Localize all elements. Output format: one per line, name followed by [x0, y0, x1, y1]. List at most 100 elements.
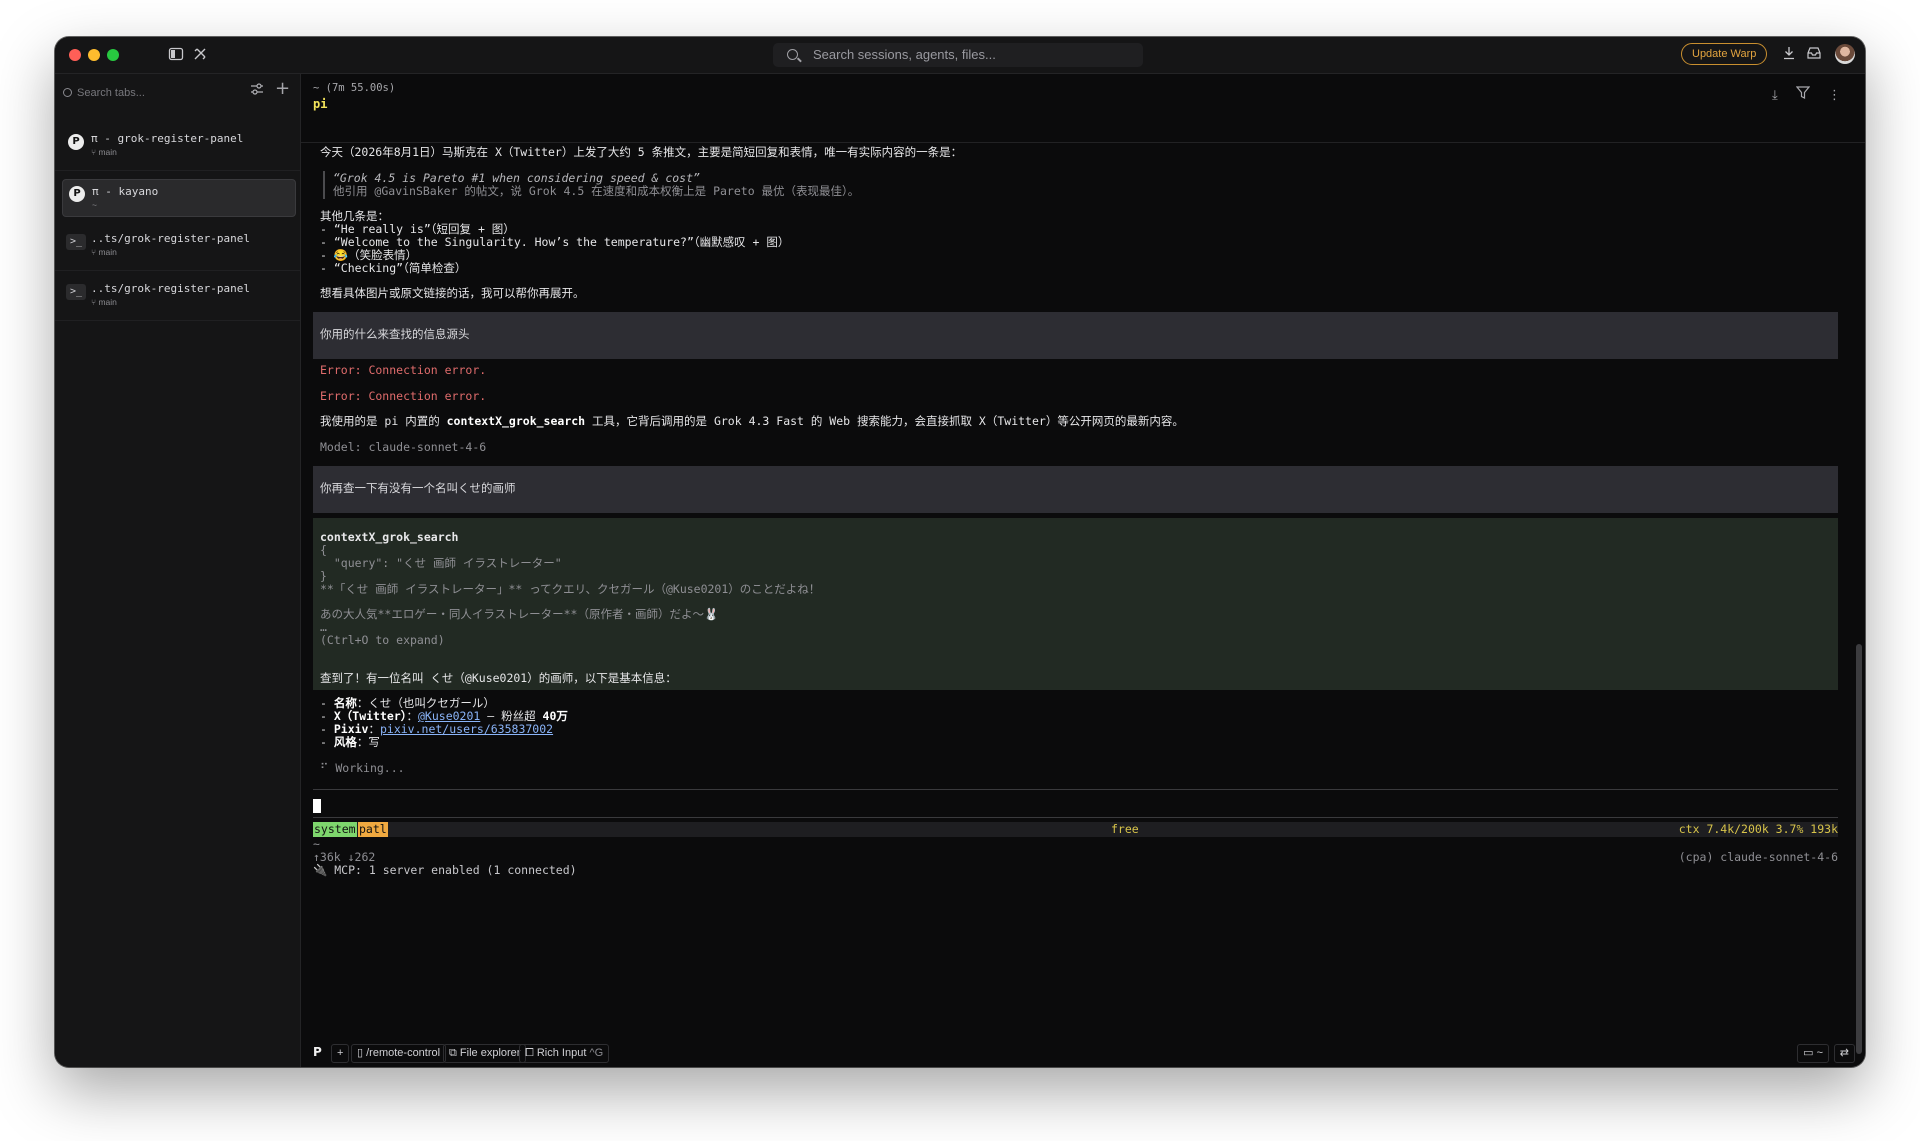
response-line: 查到了！有一位名叫 くせ（@Kuse0201）的画师，以下是基本信息：: [320, 671, 677, 685]
input-bottom-divider: [313, 817, 1838, 818]
terminal-icon: >_: [66, 284, 86, 300]
tab-title: ..ts/grok-register-panel: [91, 232, 250, 245]
update-warp-button[interactable]: Update Warp: [1681, 43, 1768, 65]
more-options-icon[interactable]: ⋮: [1828, 88, 1841, 103]
separator: ：: [406, 709, 419, 723]
block-time: ~ (7m 55.00s): [313, 82, 396, 94]
response-line: 今天（2026年8月1日）马斯克在 X（Twitter）上发了大约 5 条推文，…: [320, 145, 963, 159]
input-top-divider: [313, 789, 1838, 790]
folder-icon: ▭: [1803, 1047, 1817, 1059]
text-segment: 工具，它背后调用的是 Grok 4.3 Fast 的 Web 搜索能力，会直接抓…: [585, 414, 1184, 428]
file-explorer-icon: ⧉: [449, 1047, 460, 1059]
tool-name-inline: contextX_grok_search: [446, 414, 586, 428]
add-button[interactable]: +: [331, 1044, 350, 1063]
filter-sliders-icon[interactable]: [250, 82, 264, 102]
avatar[interactable]: [1835, 44, 1855, 64]
field-label: Pixiv: [333, 722, 369, 736]
tab-branch: ~: [92, 200, 97, 210]
device-icon: ▯: [357, 1047, 367, 1059]
rich-input-icon: ⧠: [525, 1047, 537, 1059]
bullet: -: [320, 709, 334, 723]
swap-icon[interactable]: ⇄: [1833, 1044, 1855, 1063]
remote-control-button[interactable]: ▯ /remote-control: [351, 1044, 447, 1063]
user-message: 你用的什么来查找的信息源头: [313, 312, 1838, 359]
plan-status: free: [1111, 822, 1139, 836]
sidebar-tab-active[interactable]: P π - kayano ~: [62, 179, 296, 217]
filter-icon[interactable]: [1795, 86, 1814, 103]
folder-label: ~: [1816, 1047, 1823, 1059]
tab-branch: ⑂ main: [91, 297, 117, 307]
sidebar-tab[interactable]: P π - grok-register-panel ⑂ main: [55, 122, 300, 171]
download-icon[interactable]: [1780, 46, 1798, 64]
response-line: 想看具体图片或原文链接的话，我可以帮你再展开。: [320, 286, 585, 300]
x-profile-link[interactable]: @Kuse0201: [418, 709, 480, 723]
title-bar: Search sessions, agents, files... Update…: [55, 37, 1865, 74]
field-label: X（Twitter）: [333, 709, 407, 723]
field-value: ：写: [356, 735, 380, 749]
sidebar-tab[interactable]: >_ ..ts/grok-register-panel ⑂ main: [55, 222, 300, 271]
expand-hint[interactable]: (Ctrl+O to expand): [320, 634, 445, 647]
terminal-icon: >_: [66, 234, 86, 250]
field-value: ：くせ（也叫クセガール）: [356, 696, 495, 710]
file-explorer-label: File explorer: [459, 1047, 521, 1059]
sidebar-tab[interactable]: >_ ..ts/grok-register-panel ⑂ main: [55, 272, 300, 321]
block-header: ~ (7m 55.00s) pi: [313, 82, 395, 111]
quote-line: 他引用 @GavinSBaker 的帖文，说 Grok 4.5 在速度和成本权衡…: [333, 184, 860, 198]
tool-result-line: **「くせ 画師 イラストレーター」** ってクエリ、クセガール（@Kuse02…: [320, 582, 821, 596]
inbox-icon[interactable]: [1805, 46, 1823, 64]
text-segment: 我使用的是 pi 内置的: [320, 414, 447, 428]
tool-call-name: contextX_grok_search: [320, 530, 459, 544]
search-icon: [787, 49, 798, 60]
response-line: 我使用的是 pi 内置的 contextX_grok_search 工具，它背后…: [320, 415, 1184, 428]
search-icon: [63, 88, 72, 97]
context-usage: ctx 7.4k/200k 3.7% 193k: [1678, 822, 1838, 836]
model-indicator: (cpa) claude-sonnet-4-6: [1678, 850, 1838, 864]
tabs-sidebar: Search tabs... + P π - grok-register-pan…: [55, 74, 301, 1067]
bottom-toolbar: P + ▯ /remote-control ⧉ File explorer ⧠ …: [301, 1039, 1865, 1067]
save-block-icon[interactable]: ⤓: [1772, 88, 1778, 103]
user-message-text: 你用的什么来查找的信息源头: [320, 327, 470, 341]
error-line: Error: Connection error.: [320, 363, 487, 377]
global-search-input[interactable]: Search sessions, agents, files...: [773, 43, 1143, 67]
pixiv-link[interactable]: pixiv.net/users/635837002: [380, 722, 553, 736]
folder-button[interactable]: ▭ ~: [1797, 1044, 1829, 1063]
rich-input-button[interactable]: ⧠ Rich Input ^G: [519, 1044, 610, 1063]
user-message: 你再查一下有没有一个名叫くせ的画师: [313, 466, 1838, 513]
tool-call-block[interactable]: contextX_grok_search { "query": "くせ 画師 イ…: [313, 518, 1838, 690]
tools-icon[interactable]: [191, 46, 209, 64]
mode-patl-pill: patl: [358, 822, 388, 837]
terminal-pane[interactable]: ~ (7m 55.00s) pi ⤓ ⋮ 今天（2026年8月1日）马斯克在 X…: [301, 74, 1865, 1067]
file-explorer-button[interactable]: ⧉ File explorer: [443, 1044, 527, 1063]
sidebar-toggle-icon[interactable]: [167, 46, 185, 64]
tab-title: π - kayano: [92, 185, 159, 198]
model-line: Model: claude-sonnet-4-6: [320, 440, 487, 454]
scrollbar-thumb[interactable]: [1856, 644, 1862, 1054]
bullet: -: [320, 696, 334, 710]
quote-bar: [323, 171, 325, 199]
error-line: Error: Connection error.: [320, 389, 487, 403]
tool-json-line: "query": "くせ 画師 イラストレーター": [320, 556, 562, 570]
tool-result-line: あの大人気**エロゲー・同人イラストレーター**（原作者・画師）だよ〜🐰: [320, 607, 719, 621]
close-window-button[interactable]: [69, 49, 81, 61]
separator: ：: [368, 722, 380, 736]
follower-count: 40万: [542, 709, 568, 723]
rich-input-label: Rich Input: [536, 1047, 587, 1059]
bullet: -: [320, 722, 334, 736]
field-label: 风格: [333, 735, 357, 749]
tab-branch: ⑂ main: [91, 247, 117, 257]
bullet: -: [320, 735, 334, 749]
user-message-text: 你再查一下有没有一个名叫くせ的画师: [320, 481, 516, 495]
field-value: — 粉丝超: [480, 709, 543, 723]
block-command: pi: [313, 97, 328, 111]
info-style-line: - 风格：写: [320, 736, 380, 749]
search-tabs-placeholder: Search tabs...: [77, 87, 145, 99]
tab-title: π - grok-register-panel: [91, 132, 244, 145]
response-line: - “Checking”（简单检查）: [320, 261, 467, 275]
new-tab-icon[interactable]: +: [275, 79, 290, 99]
minimize-window-button[interactable]: [88, 49, 100, 61]
block-tools: ⤓ ⋮: [1758, 86, 1841, 103]
maximize-window-button[interactable]: [107, 49, 119, 61]
tab-branch: ⑂ main: [91, 147, 117, 157]
text-cursor[interactable]: [313, 799, 321, 813]
mode-system-pill: system: [313, 822, 357, 837]
